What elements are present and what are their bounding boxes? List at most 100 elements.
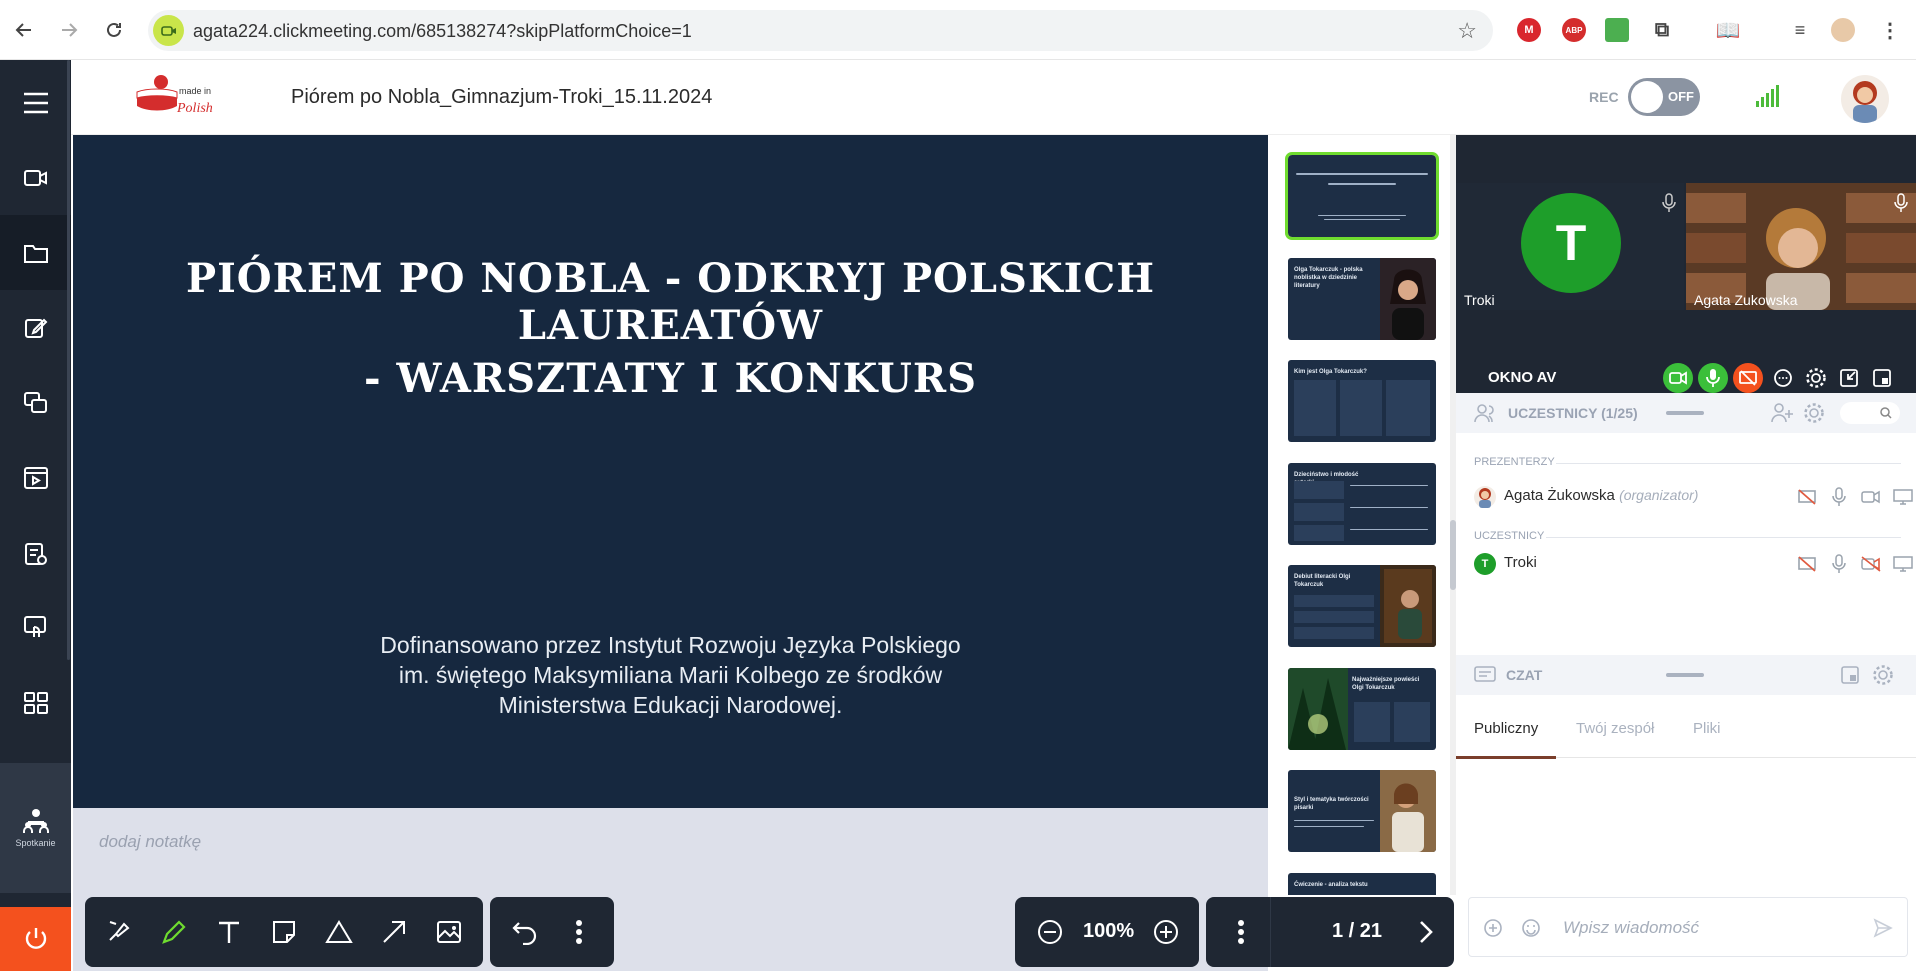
layout-toggle-icon[interactable] [1867,363,1897,393]
mic-icon[interactable] [1828,486,1850,508]
chat-bubble-icon[interactable] [1768,363,1798,393]
camera-toggle-icon[interactable] [1663,363,1693,393]
zoom-toolbar: 100% [1015,897,1199,967]
video-name-troki: Troki [1464,292,1495,308]
media-control-icon[interactable]: ≡ [1788,18,1812,42]
pointer-tool-icon[interactable] [105,917,135,947]
slide-thumbnail[interactable]: Dzieciństwo i młodość autorki [1288,463,1436,545]
zoom-out-icon[interactable] [1035,917,1065,947]
participant-row-attendee[interactable]: T Troki [1474,550,1914,578]
user-avatar[interactable] [1841,75,1889,123]
chat-tabs: Publiczny Twój zespół Pliki [1456,703,1916,759]
arrow-tool-icon[interactable] [379,917,409,947]
minimize-window-icon[interactable] [1834,363,1864,393]
forward-icon[interactable] [55,16,83,44]
site-info-icon[interactable] [153,15,184,46]
pen-tool-icon[interactable] [159,917,189,947]
chat-tab-files[interactable]: Pliki [1693,720,1721,737]
monitor-icon[interactable] [1892,553,1914,575]
slide-thumbnail[interactable]: Olga Tokarczuk - polska noblistka w dzie… [1288,258,1436,340]
rec-toggle[interactable]: OFF [1628,78,1700,116]
browser-menu-icon[interactable]: ⋮ [1878,18,1902,42]
media-player-icon[interactable] [0,440,71,515]
reload-icon[interactable] [100,16,128,44]
meeting-tab[interactable]: Spotkanie [0,763,71,893]
video-tile-agata[interactable]: Agata Zukowska [1686,183,1916,310]
slide-thumbnail[interactable]: Debiut literacki Olgi Tokarczuk [1288,565,1436,647]
slide-thumbnail[interactable] [1285,152,1439,240]
next-page-icon[interactable] [1411,917,1441,947]
camera-icon[interactable] [0,140,71,215]
video-tile-troki[interactable]: T Troki [1456,183,1684,310]
add-attachment-icon[interactable] [1483,918,1503,943]
extension-m-icon[interactable]: M [1517,18,1541,42]
undo-icon[interactable] [510,917,540,947]
chat-drag-handle[interactable] [1666,673,1704,677]
bookmark-star-icon[interactable]: ☆ [1457,18,1477,44]
more-options-icon[interactable] [564,917,594,947]
participants-header: UCZESTNICY (1/25) [1456,393,1916,433]
page-options-icon[interactable] [1226,917,1256,947]
divider [1556,463,1901,464]
participants-drag-handle[interactable] [1666,411,1704,415]
camera-icon[interactable] [1860,486,1882,508]
add-participant-icon[interactable] [1770,402,1794,429]
thumb-forest-image [1288,668,1348,750]
camera-off-icon[interactable] [1860,553,1882,575]
participants-search-input[interactable] [1840,402,1900,424]
thumb-photo [1380,770,1436,852]
mic-icon [1662,193,1676,213]
slide-thumbnail[interactable]: Ćwiczenie - analiza tekstu [1288,873,1436,895]
screen-share-off-icon[interactable] [1796,486,1818,508]
screen-share-icon[interactable] [0,365,71,440]
chat-popout-icon[interactable] [1840,665,1860,690]
slide-credit-line2: im. świętego Maksymiliana Marii Kolbego … [398,662,943,688]
mic-toggle-icon[interactable] [1698,363,1728,393]
edit-icon[interactable] [0,290,71,365]
divider [1546,537,1901,538]
chat-icon [1474,665,1496,690]
reading-list-icon[interactable]: 📖 [1716,18,1741,42]
monitor-icon[interactable] [1892,486,1914,508]
touch-screen-icon[interactable] [0,590,71,665]
rec-toggle-knob [1631,81,1663,113]
zoom-in-icon[interactable] [1151,917,1181,947]
slide-thumbnails: Olga Tokarczuk - polska noblistka w dzie… [1268,135,1453,895]
image-tool-icon[interactable] [434,917,464,947]
chat-settings-icon[interactable] [1872,664,1894,691]
hamburger-menu-icon[interactable] [0,65,71,140]
url-text: agata224.clickmeeting.com/685138274?skip… [193,21,692,41]
leave-power-button[interactable] [0,907,71,971]
slide-credit-line1: Dofinansowano przez Instytut Rozwoju Jęz… [380,632,961,658]
emoji-icon[interactable] [1521,918,1541,943]
extension-grid-icon[interactable] [1605,18,1629,42]
sticky-note-tool-icon[interactable] [269,917,299,947]
chat-message-input[interactable]: Wpisz wiadomość [1468,897,1908,957]
send-icon[interactable] [1873,918,1893,943]
participant-row-presenter[interactable]: Agata Żukowska (organizator) [1474,483,1914,511]
settings-gear-icon[interactable] [1801,363,1831,393]
profile-avatar-icon[interactable] [1831,18,1855,42]
thumb-title: Styl i tematyka twórczości pisarki [1294,797,1369,811]
text-tool-icon[interactable] [214,917,244,947]
participants-settings-icon[interactable] [1803,402,1825,429]
screen-share-off-icon[interactable] [1796,553,1818,575]
slide-credit-line3: Ministerstwa Edukacji Narodowej. [498,692,843,718]
screen-share-off-icon[interactable] [1733,363,1763,393]
extensions-puzzle-icon[interactable]: ⧉ [1650,18,1674,42]
back-icon[interactable] [10,16,38,44]
presentation-slide[interactable]: PIÓREM PO NOBLA - ODKRYJ POLSKICH LAUREA… [73,135,1268,808]
apps-grid-icon[interactable] [0,665,71,740]
clipboard-check-icon[interactable] [0,515,71,590]
slide-thumbnail[interactable]: Najważniejsze powieści Olgi Tokarczuk [1288,668,1436,750]
mic-icon[interactable] [1828,553,1850,575]
slide-thumbnail[interactable]: Kim jest Olga Tokarczuk? [1288,360,1436,442]
folder-icon[interactable] [0,215,71,290]
slide-thumbnail[interactable]: Styl i tematyka twórczości pisarki [1288,770,1436,852]
adblock-icon[interactable]: ABP [1562,18,1586,42]
chat-tab-team[interactable]: Twój zespół [1576,720,1654,737]
chat-tab-public[interactable]: Publiczny [1474,720,1538,737]
sidebar-scrollbar[interactable] [67,60,70,660]
address-bar[interactable]: agata224.clickmeeting.com/685138274?skip… [148,10,1493,51]
shape-tool-icon[interactable] [324,917,354,947]
